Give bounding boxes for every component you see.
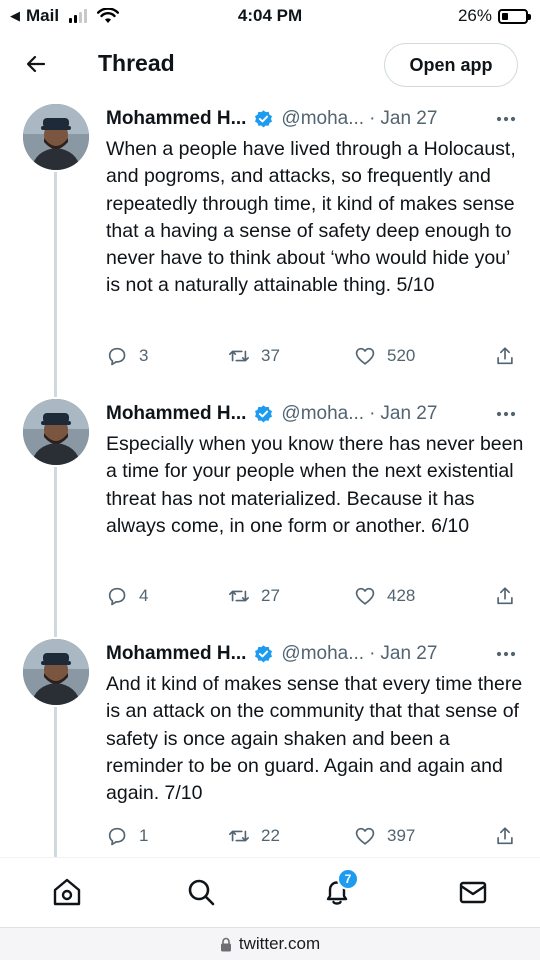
page-title: Thread <box>98 50 175 76</box>
like-button[interactable]: 520 <box>354 343 415 369</box>
mail-icon <box>459 881 487 904</box>
share-icon <box>497 827 513 845</box>
retweet-count: 37 <box>261 346 280 365</box>
more-horizontal-icon <box>496 651 516 657</box>
author-name[interactable]: Mohammed H... <box>106 643 246 665</box>
like-count: 428 <box>387 586 416 605</box>
heart-icon <box>355 587 375 605</box>
nav-home[interactable] <box>49 874 85 910</box>
tweet-text: And it kind of makes sense that every ti… <box>106 673 523 805</box>
retweet-icon <box>229 590 249 602</box>
reply-count: 1 <box>139 826 149 845</box>
thread-header: Thread Open app <box>0 34 540 96</box>
url-domain: twitter.com <box>238 934 321 953</box>
notification-badge: 7 <box>337 868 359 890</box>
verified-badge-icon <box>255 644 273 662</box>
retweet-button[interactable]: 27 <box>228 583 280 609</box>
lock-icon <box>220 937 231 951</box>
nav-messages[interactable] <box>455 874 491 910</box>
browser-url-bar[interactable]: twitter.com <box>0 927 540 960</box>
avatar[interactable] <box>23 639 89 705</box>
reply-button[interactable]: 3 <box>106 343 148 369</box>
tweet-date[interactable]: Jan 27 <box>380 403 437 425</box>
tweet-date[interactable]: Jan 27 <box>380 643 437 665</box>
more-horizontal-icon <box>496 116 516 122</box>
status-bar: ◀ Mail 4:04 PM 26% <box>0 0 540 32</box>
heart-icon <box>355 347 375 365</box>
tweet-text: Especially when you know there has never… <box>106 433 524 537</box>
verified-badge-icon <box>255 404 273 422</box>
author-name[interactable]: Mohammed H... <box>106 403 246 425</box>
tweet[interactable]: Mohammed H... @moha... · Jan 27 When a p… <box>0 104 540 394</box>
like-count: 397 <box>387 826 416 845</box>
tweet-date[interactable]: Jan 27 <box>380 108 437 130</box>
more-options-button[interactable] <box>494 106 518 132</box>
retweet-button[interactable]: 22 <box>228 823 280 849</box>
battery-percent: 26% <box>457 6 492 25</box>
battery-status: 26% <box>457 6 531 26</box>
avatar[interactable] <box>23 399 89 465</box>
tweet[interactable]: Mohammed H... @moha... · Jan 27 Especial… <box>0 399 540 629</box>
verified-badge-icon <box>255 109 273 127</box>
reply-icon <box>108 347 126 366</box>
reply-button[interactable]: 1 <box>106 823 148 849</box>
separator: · <box>369 403 376 424</box>
reply-count: 4 <box>139 586 149 605</box>
tweet[interactable]: Mohammed H... @moha... · Jan 27 And it k… <box>0 639 540 857</box>
reply-icon <box>108 827 126 846</box>
author-handle[interactable]: @moha... <box>281 643 364 665</box>
author-handle[interactable]: @moha... <box>281 403 364 425</box>
tweet-actions: 4 27 428 <box>106 583 518 609</box>
reply-count: 3 <box>139 346 149 365</box>
search-icon <box>188 879 215 906</box>
like-button[interactable]: 397 <box>354 823 415 849</box>
share-icon <box>497 587 513 605</box>
retweet-icon <box>229 350 249 362</box>
back-button[interactable] <box>18 46 54 82</box>
battery-icon <box>498 8 531 24</box>
author-handle[interactable]: @moha... <box>281 108 364 130</box>
share-button[interactable] <box>494 343 516 369</box>
retweet-count: 27 <box>261 586 280 605</box>
tweet-text: When a people have lived through a Holoc… <box>106 138 516 297</box>
share-icon <box>497 347 513 365</box>
share-button[interactable] <box>494 583 516 609</box>
like-button[interactable]: 428 <box>354 583 415 609</box>
reply-icon <box>108 587 126 606</box>
share-button[interactable] <box>494 823 516 849</box>
tweet-actions: 3 37 520 <box>106 343 518 369</box>
tweet-header: Mohammed H... @moha... · Jan 27 <box>106 641 518 667</box>
heart-icon <box>355 827 375 845</box>
retweet-count: 22 <box>261 826 280 845</box>
like-count: 520 <box>387 346 416 365</box>
nav-search[interactable] <box>183 874 219 910</box>
separator: · <box>369 108 376 129</box>
reply-button[interactable]: 4 <box>106 583 148 609</box>
more-horizontal-icon <box>496 411 516 417</box>
home-icon <box>53 878 81 906</box>
nav-notifications[interactable]: 7 <box>319 868 359 910</box>
open-app-button[interactable]: Open app <box>384 43 518 87</box>
tweet-actions: 1 22 397 <box>106 823 518 849</box>
bottom-nav: 7 <box>0 857 540 927</box>
retweet-button[interactable]: 37 <box>228 343 280 369</box>
separator: · <box>369 643 376 664</box>
arrow-left-icon <box>26 55 46 73</box>
avatar[interactable] <box>23 104 89 170</box>
tweet-header: Mohammed H... @moha... · Jan 27 <box>106 106 518 132</box>
more-options-button[interactable] <box>494 401 518 427</box>
tweet-header: Mohammed H... @moha... · Jan 27 <box>106 401 518 427</box>
retweet-icon <box>229 830 249 842</box>
author-name[interactable]: Mohammed H... <box>106 108 246 130</box>
more-options-button[interactable] <box>494 641 518 667</box>
